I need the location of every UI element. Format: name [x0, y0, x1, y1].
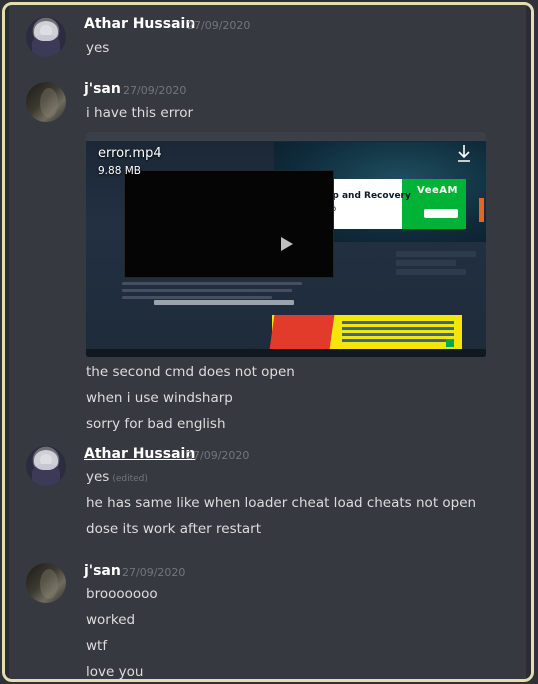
username[interactable]: Athar Hussain: [84, 446, 195, 462]
message-text-content: yes: [86, 469, 110, 485]
user-avatar[interactable]: [26, 446, 66, 486]
video-cmd-window: [124, 170, 334, 278]
message-text: he has same like when loader cheat load …: [86, 495, 477, 511]
chat-window: Athar Hussain 27/09/2020 yes j'san 27/09…: [2, 2, 534, 682]
user-avatar[interactable]: [26, 82, 66, 122]
download-icon[interactable]: [456, 144, 472, 164]
video-bottom-ad: [269, 315, 462, 349]
video-browser-bar: [86, 132, 486, 141]
message-text: dose its work after restart: [86, 521, 262, 537]
video-filesize: 9.88 MB: [98, 165, 141, 177]
message-text: love you: [86, 664, 144, 680]
video-ad-green-panel: VeeAM: [402, 179, 466, 229]
message-text: i have this error: [86, 105, 194, 121]
ad-button-shape: [424, 209, 458, 218]
video-attachment[interactable]: VeeAM kup and Recovery ideo: [86, 132, 486, 357]
timestamp: 27/09/2020: [123, 84, 187, 97]
video-heading-shape: [154, 300, 294, 305]
message-text: brooooooo: [86, 586, 158, 602]
message-text: when i use windsharp: [86, 390, 233, 406]
video-taskbar: [86, 349, 486, 357]
edited-label: (edited): [112, 474, 148, 484]
video-side-panel: [396, 248, 476, 288]
message-text: worked: [86, 612, 136, 628]
message-text: yes (edited): [86, 469, 148, 485]
timestamp: 27/09/2020: [122, 566, 186, 579]
video-filename: error.mp4: [98, 146, 162, 161]
timestamp: 27/09/2020: [187, 19, 251, 32]
message-text: the second cmd does not open: [86, 364, 295, 380]
video-ad-banner: VeeAM kup and Recovery ideo: [314, 179, 466, 229]
video-side-scroll: [479, 198, 484, 222]
ad-brand-text: VeeAM: [417, 185, 458, 196]
user-avatar[interactable]: [26, 17, 66, 57]
play-icon[interactable]: [281, 237, 293, 251]
timestamp: 27/09/2020: [186, 449, 250, 462]
message-text: yes: [86, 40, 110, 56]
left-edge: [5, 5, 9, 679]
scrollbar[interactable]: [526, 5, 531, 679]
message-text: wtf: [86, 638, 108, 654]
username[interactable]: j'san: [84, 81, 121, 97]
username[interactable]: Athar Hussain: [84, 16, 195, 32]
user-avatar[interactable]: [26, 563, 66, 603]
username[interactable]: j'san: [84, 563, 121, 579]
message-text: sorry for bad english: [86, 416, 226, 432]
